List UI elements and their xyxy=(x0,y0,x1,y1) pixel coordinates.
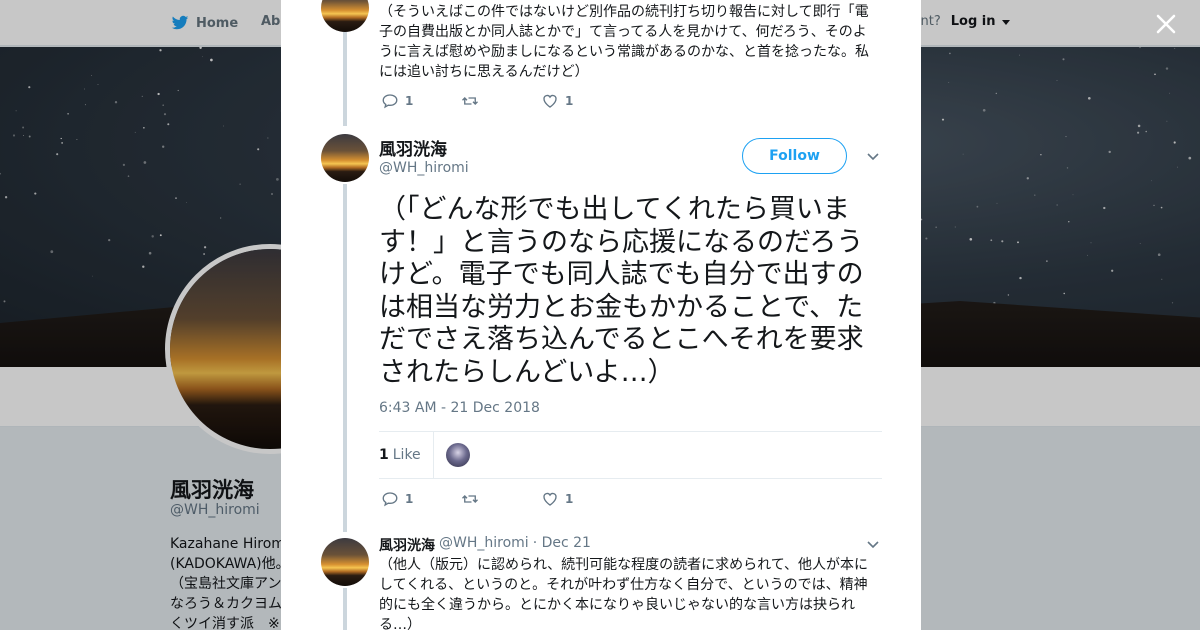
sunset-photo xyxy=(321,0,369,32)
reply-count: 1 xyxy=(405,492,414,506)
tweet-modal: （そういえばこの件ではないけど別作品の続刊打ち切り報告に対して即行「電子の自費出… xyxy=(281,0,921,630)
like-button[interactable]: 1 xyxy=(541,490,621,508)
tweet-header: 風羽洸海 @WH_hiromi · Dec 21 xyxy=(379,535,591,555)
thread-line xyxy=(343,184,347,532)
chevron-down-icon[interactable] xyxy=(866,150,880,164)
reply-button[interactable]: 1 xyxy=(381,92,461,110)
sunset-photo xyxy=(321,134,369,182)
tweet-avatar[interactable] xyxy=(321,134,369,182)
reply-icon xyxy=(382,94,398,109)
tweet-author-handle[interactable]: @WH_hiromi xyxy=(379,160,469,176)
tweet-timestamp[interactable]: 6:43 AM - 21 Dec 2018 xyxy=(379,400,540,416)
tweet-author-name[interactable]: 風羽洸海 xyxy=(379,535,435,555)
like-count: 1 xyxy=(565,94,574,108)
reply-count: 1 xyxy=(405,94,414,108)
tweet-avatar[interactable] xyxy=(321,538,369,586)
thread-line xyxy=(343,588,347,630)
tweet-text: （他人（版元）に認められ、続刊可能な程度の読者に求められて、他人が本にしてくれる… xyxy=(379,557,869,630)
tweet-author-name[interactable]: 風羽洸海 xyxy=(379,135,447,160)
reply-button[interactable]: 1 xyxy=(381,490,461,508)
retweet-button[interactable] xyxy=(461,490,541,508)
sunset-photo xyxy=(321,538,369,586)
like-heart-icon xyxy=(543,94,557,108)
follow-button[interactable]: Follow xyxy=(742,138,847,174)
liker-avatar[interactable] xyxy=(445,443,470,467)
tweet-author-handle[interactable]: @WH_hiromi xyxy=(439,535,529,555)
tweet-stats: 1 Like xyxy=(379,431,882,479)
like-button[interactable]: 1 xyxy=(541,92,621,110)
like-stat-label: Like xyxy=(392,447,421,463)
retweet-button[interactable] xyxy=(461,92,541,110)
retweet-icon xyxy=(462,495,478,503)
like-stat[interactable]: 1 Like xyxy=(379,431,434,479)
tweet-main-text: （「どんな形でも出してくれたら買います！」と言うのなら応援になるのだろうけど。電… xyxy=(379,194,864,388)
like-heart-icon xyxy=(543,492,557,506)
like-count: 1 xyxy=(565,492,574,506)
tweet-date[interactable]: · Dec 21 xyxy=(533,535,591,555)
close-icon[interactable] xyxy=(1154,12,1178,36)
tweet-actions: 1 1 xyxy=(381,92,621,110)
like-stat-count: 1 xyxy=(379,447,389,463)
tweet-avatar[interactable] xyxy=(321,0,369,32)
tweet-actions: 1 1 xyxy=(381,490,621,508)
retweet-icon xyxy=(462,97,478,105)
tweet-text: （そういえばこの件ではないけど別作品の続刊打ち切り報告に対して即行「電子の自費出… xyxy=(379,4,869,80)
thread-line xyxy=(343,32,347,126)
chevron-down-icon[interactable] xyxy=(866,538,880,552)
reply-icon xyxy=(382,492,398,507)
